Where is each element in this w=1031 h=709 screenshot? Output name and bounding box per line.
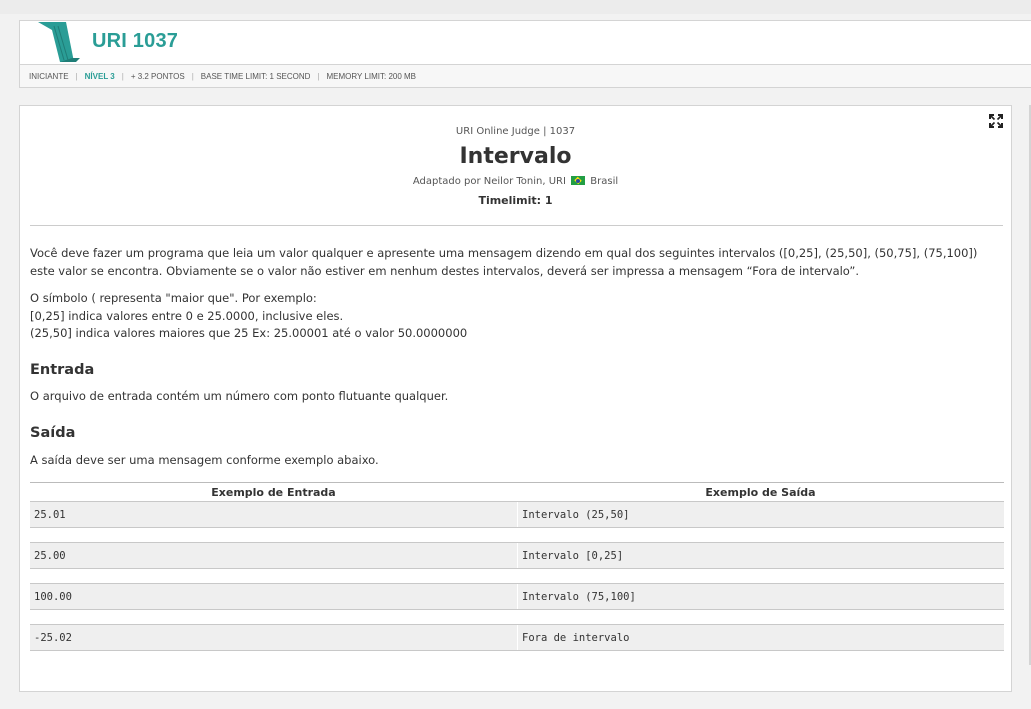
sample-row: 25.01 Intervalo (25,50] <box>30 501 1004 528</box>
author-text[interactable]: Adaptado por Neilor Tonin, URI <box>413 176 566 187</box>
output-heading: Saída <box>30 425 76 441</box>
description-examples: O símbolo ( representa "maior que". Por … <box>30 290 1005 343</box>
problem-meta-bar: INICIANTE | NÍVEL 3 | + 3.2 PONTOS | BAS… <box>20 64 1031 87</box>
meta-separator: | <box>317 71 320 81</box>
points-label: + 3.2 PONTOS <box>130 71 185 81</box>
sample-output-header: Exemplo de Saída <box>705 486 816 499</box>
input-description: O arquivo de entrada contém um número co… <box>30 389 449 403</box>
author-country: Brasil <box>590 176 619 187</box>
sample-output-cell[interactable]: Intervalo (25,50] <box>517 502 1004 527</box>
author-line: Adaptado por Neilor Tonin, URI Brasil <box>20 176 1011 187</box>
brazil-flag-icon <box>571 176 586 185</box>
description-line: O símbolo ( representa "maior que". Por … <box>30 291 317 305</box>
input-heading: Entrada <box>30 362 95 378</box>
time-limit-label: BASE TIME LIMIT: 1 SECOND <box>200 71 311 81</box>
sample-row: 25.00 Intervalo [0,25] <box>30 542 1004 569</box>
description-line: (25,50] indica valores maiores que 25 Ex… <box>30 326 468 340</box>
sample-row: -25.02 Fora de intervalo <box>30 624 1004 651</box>
memory-limit-label: MEMORY LIMIT: 200 MB <box>326 71 417 81</box>
sample-table-header: Exemplo de Entrada Exemplo de Saída <box>30 482 1004 501</box>
uri-logo-icon <box>38 22 80 62</box>
category-label[interactable]: INICIANTE <box>29 72 69 81</box>
sample-io-table: Exemplo de Entrada Exemplo de Saída 25.0… <box>30 482 1004 665</box>
meta-separator: | <box>75 71 78 81</box>
sample-input-cell[interactable]: 25.01 <box>30 502 517 527</box>
sample-input-cell[interactable]: -25.02 <box>30 625 517 650</box>
sample-input-cell[interactable]: 25.00 <box>30 543 517 568</box>
problem-header-card: URI 1037 INICIANTE | NÍVEL 3 | + 3.2 PON… <box>19 20 1031 88</box>
problem-code: URI 1037 <box>92 30 179 52</box>
problem-title: Intervalo <box>459 144 572 169</box>
sample-output-cell[interactable]: Intervalo (75,100] <box>517 584 1004 609</box>
output-description: A saída deve ser uma mensagem conforme e… <box>30 453 379 467</box>
sample-output-cell[interactable]: Fora de intervalo <box>517 625 1004 650</box>
top-background-strip <box>0 0 1031 14</box>
sample-row: 100.00 Intervalo (75,100] <box>30 583 1004 610</box>
description-paragraph: Você deve fazer um programa que leia um … <box>30 246 978 278</box>
judge-line: URI Online Judge | 1037 <box>455 126 576 137</box>
meta-separator: | <box>121 71 124 81</box>
description-line: [0,25] indica valores entre 0 e 25.0000,… <box>30 308 344 323</box>
sample-input-header: Exemplo de Entrada <box>211 486 336 499</box>
divider <box>30 225 1003 226</box>
sample-output-cell[interactable]: Intervalo [0,25] <box>517 543 1004 568</box>
level-label[interactable]: NÍVEL 3 <box>85 72 115 81</box>
timelimit: Timelimit: 1 <box>478 194 553 207</box>
sample-input-cell[interactable]: 100.00 <box>30 584 517 609</box>
meta-separator: | <box>191 71 194 81</box>
problem-statement-card: URI Online Judge | 1037 Intervalo Adapta… <box>19 105 1012 692</box>
